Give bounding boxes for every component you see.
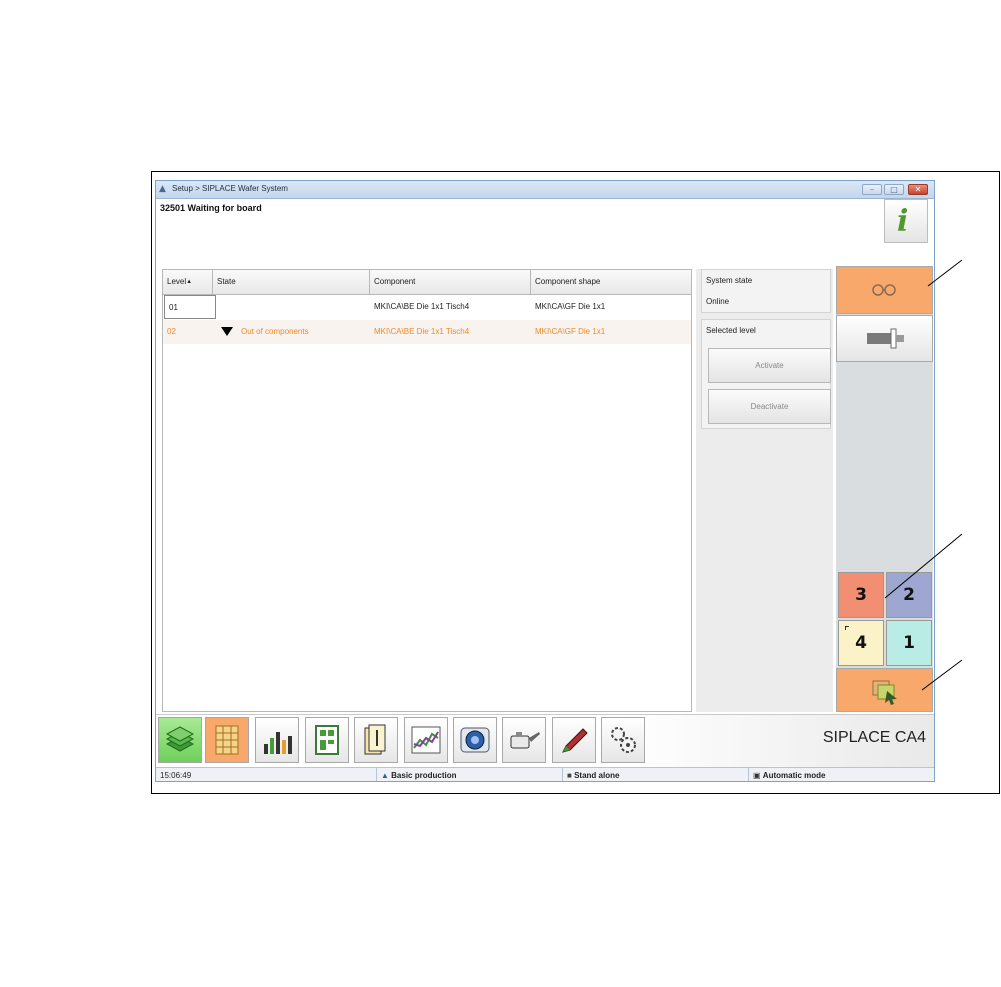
callout-lines (884, 259, 963, 691)
